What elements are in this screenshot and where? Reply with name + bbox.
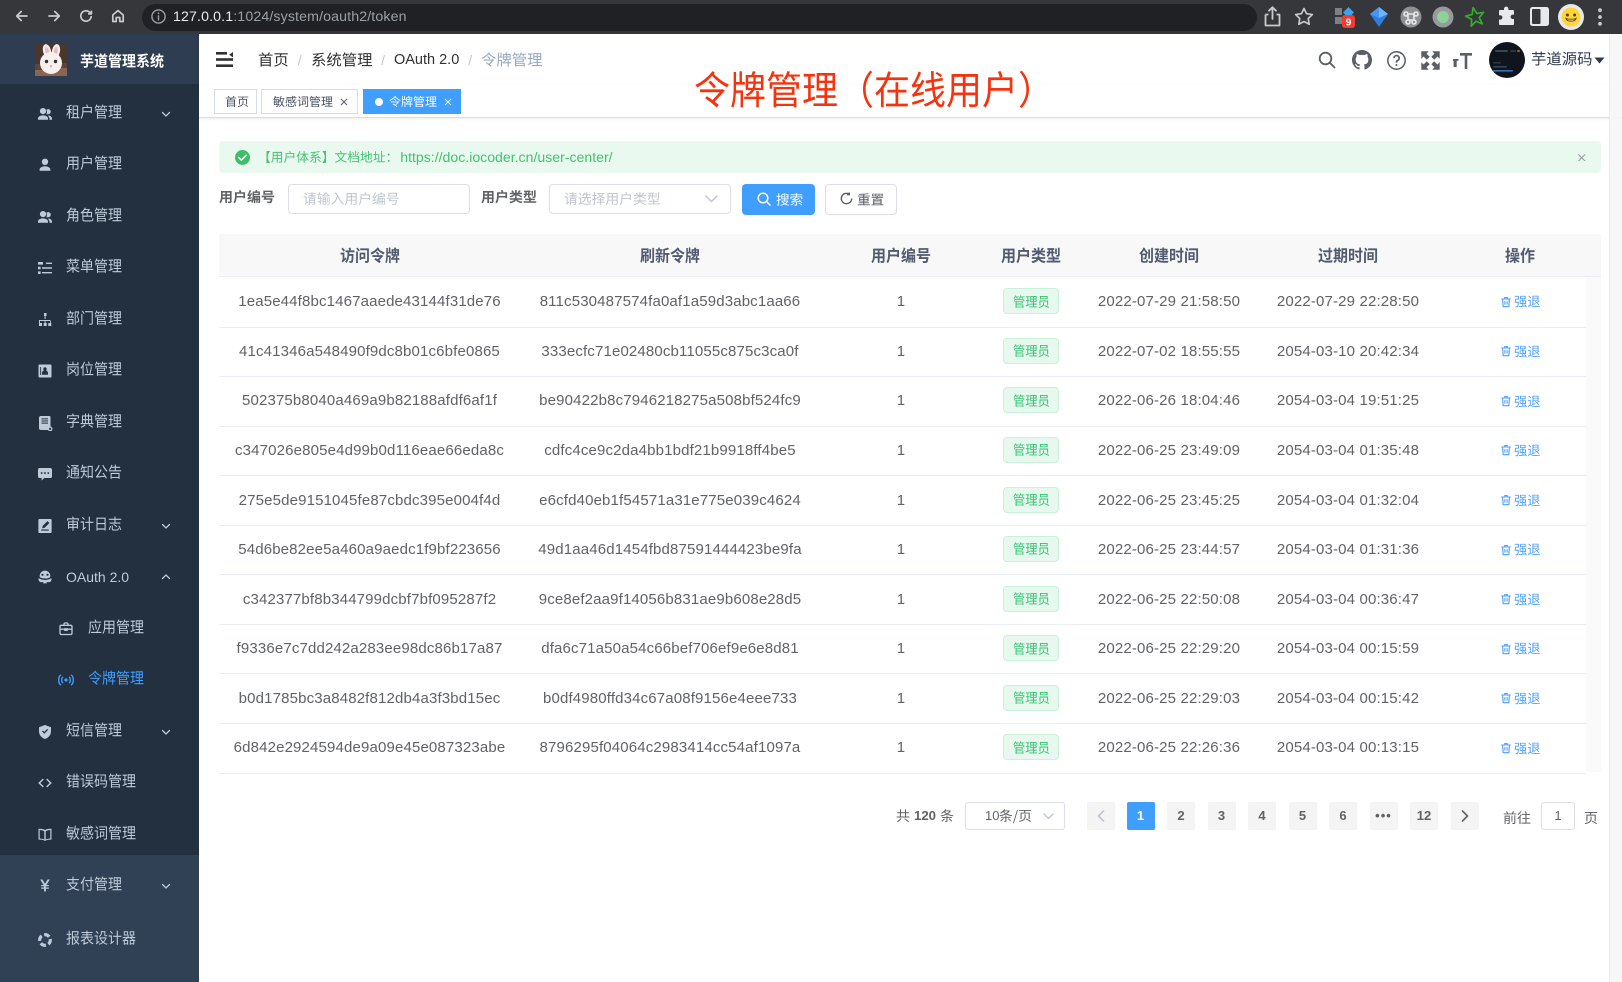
- svg-text:9: 9: [1346, 18, 1352, 29]
